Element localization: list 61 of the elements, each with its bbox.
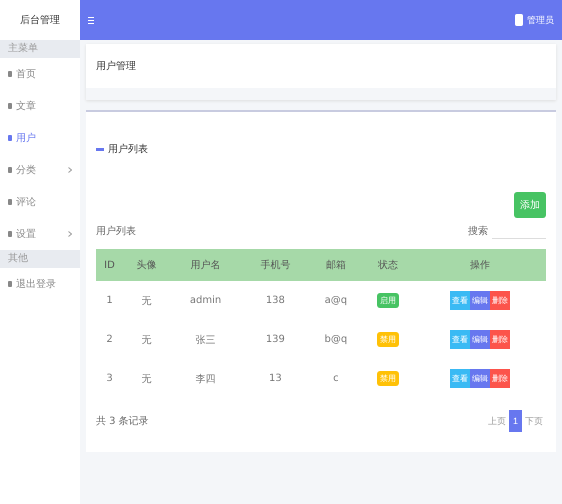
sidebar-item-label: 文章 [16, 100, 36, 113]
table-cell-text: 13 [268, 372, 283, 386]
row-action-button[interactable]: 删除 [490, 330, 510, 349]
table-cell-text: 139 [264, 333, 286, 347]
table-cell-text: 张三 [194, 334, 217, 348]
menu-icon[interactable] [88, 16, 94, 24]
table-cell: 无 [123, 281, 170, 320]
sidebar-item-label: 首页 [16, 68, 36, 81]
sidebar-item[interactable]: 用户 [0, 122, 80, 154]
user-menu[interactable]: 管理员 [514, 13, 554, 27]
table-cell: 1 [96, 281, 124, 320]
logo-text: 后台管理 [19, 14, 61, 28]
column-header: 邮箱 [310, 249, 362, 281]
sidebar-item-label: 分类 [16, 164, 36, 177]
column-header: 操作 [414, 249, 546, 281]
table-cell-text: 3 [105, 372, 114, 386]
panel-title: 用户列表 [108, 142, 148, 156]
status-badge: 禁用 [376, 332, 399, 347]
column-header: 用户名 [170, 249, 242, 281]
row-action-button[interactable]: 删除 [490, 369, 510, 388]
sidebar-item[interactable]: 分类 [0, 154, 80, 186]
status-badge: 禁用 [376, 371, 399, 386]
sidebar-item[interactable]: 退出登录 [0, 268, 80, 300]
sidebar-item[interactable]: 评论 [0, 186, 80, 218]
sidebar-item[interactable]: 文章 [0, 90, 80, 122]
table-cell-text: 2 [105, 333, 114, 347]
table-cell-text: c [332, 372, 340, 386]
column-header: 手机号 [241, 249, 310, 281]
table-cell: a@q [310, 281, 362, 320]
column-header: 状态 [362, 249, 414, 281]
toolbar-label: 用户列表 [96, 224, 136, 238]
column-header: ID [96, 249, 124, 281]
sidebar-item[interactable]: 首页 [0, 58, 80, 90]
search-label: 搜索 [468, 224, 488, 238]
avatar-icon [514, 13, 524, 27]
column-header: 头像 [123, 249, 170, 281]
page-button[interactable]: 1 [508, 410, 522, 432]
table-cell-text: 无 [140, 372, 152, 386]
row-action-button[interactable]: 编辑 [470, 291, 490, 310]
record-count: 共 3 条记录 [96, 414, 149, 428]
add-button[interactable]: 添加 [514, 192, 546, 218]
sidebar-item-label: 评论 [16, 196, 36, 209]
row-action-button[interactable]: 编辑 [470, 369, 490, 388]
table-cell: 138 [241, 281, 310, 320]
table-cell-text: b@q [324, 333, 348, 347]
menu-group-header: 主菜单 [0, 40, 80, 58]
page-title: 用户管理 [96, 60, 136, 73]
row-action-button[interactable]: 查看 [450, 330, 470, 349]
row-action-button[interactable]: 编辑 [470, 330, 490, 349]
status-badge: 启用 [376, 293, 399, 308]
table-cell-text: 无 [140, 334, 152, 348]
sidebar-item-label: 退出登录 [16, 278, 56, 291]
menu-group-header: 其他 [0, 250, 80, 268]
table-cell-text: 李四 [194, 372, 217, 386]
row-action-button[interactable]: 删除 [490, 291, 510, 310]
sidebar-item[interactable]: 设置 [0, 218, 80, 250]
sidebar-item-label: 设置 [16, 228, 36, 241]
sidebar-item-label: 用户 [16, 132, 36, 145]
row-action-button[interactable]: 查看 [450, 369, 470, 388]
row-action-button[interactable]: 查看 [450, 291, 470, 310]
table-cell: admin [170, 281, 242, 320]
